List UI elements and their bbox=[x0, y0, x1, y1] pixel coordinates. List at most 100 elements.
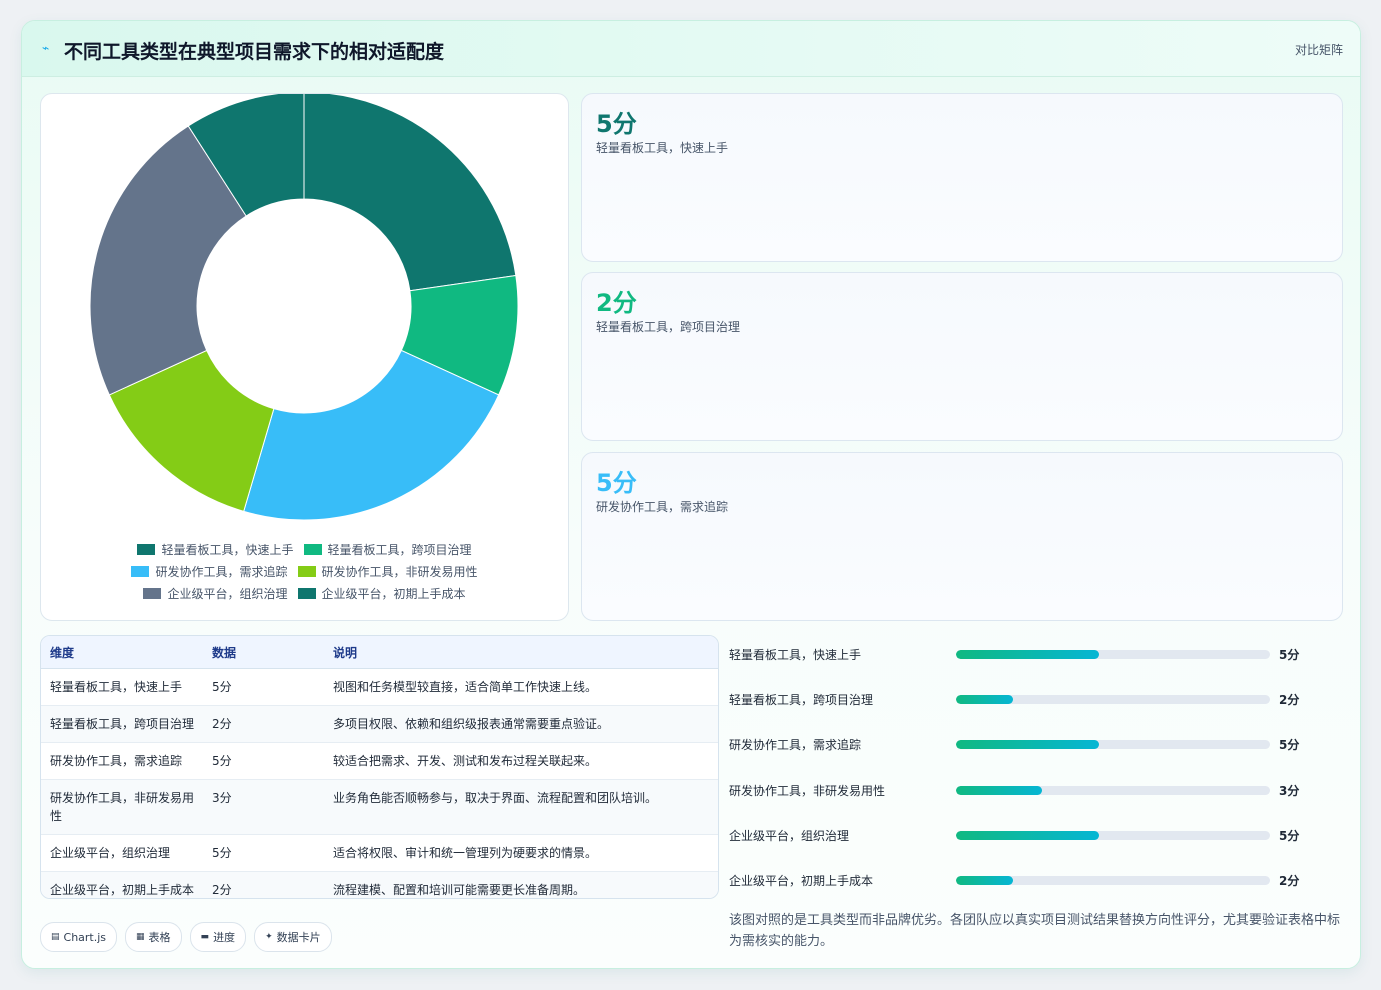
table-cell: 视图和任务模型较直接，适合简单工作快速上线。 bbox=[324, 668, 718, 706]
progress-label: 轻量看板工具，跨项目治理 bbox=[729, 693, 874, 708]
progress-label: 研发协作工具，需求追踪 bbox=[729, 738, 862, 753]
progress-fill bbox=[956, 785, 1042, 795]
stat-card: 5分 轻量看板工具，快速上手 bbox=[581, 93, 1343, 262]
donut-chart bbox=[89, 94, 519, 521]
progress-row: 企业级平台，组织治理 5分 bbox=[729, 825, 1344, 845]
data-table: 维度 数据 说明 轻量看板工具，快速上手 5分 视图和任务模型较直接，适合简单工… bbox=[41, 636, 718, 898]
chip-label: Chart.js bbox=[63, 930, 107, 944]
sparkle-icon: ✦ bbox=[265, 932, 273, 942]
dashboard-frame: ⌁ 不同工具类型在典型项目需求下的相对适配度 对比矩阵 轻量看板工具，快速上手轻… bbox=[21, 20, 1361, 969]
table-cell: 业务角色能否顺畅参与，取决于界面、流程配置和团队培训。 bbox=[324, 779, 718, 835]
progress-label: 企业级平台，组织治理 bbox=[729, 828, 850, 843]
progress-fill bbox=[956, 695, 1014, 705]
progress-value: 3分 bbox=[1279, 783, 1300, 798]
legend-swatch bbox=[131, 565, 150, 577]
progress-fill bbox=[956, 740, 1099, 750]
progress-track bbox=[956, 740, 1270, 750]
table-row: 企业级平台，初期上手成本 2分 流程建模、配置和培训可能需要更长准备周期。 bbox=[41, 871, 718, 898]
stat-value: 2分 bbox=[596, 289, 637, 317]
progress-track bbox=[956, 785, 1270, 795]
table-header-row: 维度 数据 说明 bbox=[41, 636, 718, 669]
legend-item[interactable]: 企业级平台，组织治理 bbox=[143, 585, 288, 602]
progress-label: 轻量看板工具，快速上手 bbox=[729, 648, 862, 662]
legend-swatch bbox=[297, 587, 316, 599]
table-cell: 企业级平台，初期上手成本 bbox=[41, 871, 203, 898]
stat-value: 5分 bbox=[596, 110, 637, 138]
table-cell: 5分 bbox=[203, 742, 324, 780]
legend-label: 轻量看板工具，快速上手 bbox=[161, 542, 294, 557]
column-header: 维度 bbox=[41, 636, 203, 669]
chart-icon: ▤ bbox=[51, 932, 60, 942]
progress-row: 研发协作工具，非研发易用性 3分 bbox=[729, 780, 1344, 800]
table-cell: 5分 bbox=[203, 834, 324, 872]
table-cell: 流程建模、配置和培训可能需要更长准备周期。 bbox=[324, 871, 718, 898]
progress-row: 轻量看板工具，跨项目治理 2分 bbox=[729, 689, 1344, 709]
progress-track bbox=[956, 876, 1270, 885]
chip-data-cards[interactable]: ✦ 数据卡片 bbox=[254, 922, 332, 952]
table-cell: 多项目权限、依赖和组织级报表通常需要重点验证。 bbox=[324, 705, 718, 743]
progress-value: 2分 bbox=[1279, 874, 1300, 888]
table-cell: 3分 bbox=[203, 779, 324, 835]
legend-row: 研发协作工具，需求追踪 研发协作工具，非研发易用性 bbox=[41, 560, 568, 582]
progress-label: 研发协作工具，非研发易用性 bbox=[729, 783, 886, 798]
legend-item[interactable]: 企业级平台，初期上手成本 bbox=[297, 585, 466, 602]
pulse-icon: ⌁ bbox=[42, 41, 50, 55]
stat-card: 2分 轻量看板工具，跨项目治理 bbox=[581, 272, 1343, 441]
progress-row: 轻量看板工具，快速上手 5分 bbox=[729, 644, 1344, 664]
chip-label: 数据卡片 bbox=[276, 931, 321, 944]
legend-item[interactable]: 研发协作工具，非研发易用性 bbox=[297, 563, 478, 580]
table-cell: 企业级平台，组织治理 bbox=[41, 834, 203, 872]
table-row: 企业级平台，组织治理 5分 适合将权限、审计和统一管理列为硬要求的情景。 bbox=[41, 834, 718, 872]
legend-label: 轻量看板工具，跨项目治理 bbox=[327, 542, 472, 557]
table-icon: ▦ bbox=[136, 932, 145, 942]
progress-value: 5分 bbox=[1279, 828, 1300, 843]
chip-label: 进度 bbox=[213, 931, 236, 944]
chip-table[interactable]: ▦ 表格 bbox=[125, 922, 182, 952]
stat-card: 5分 研发协作工具，需求追踪 bbox=[581, 452, 1343, 621]
data-table-card: 维度 数据 说明 轻量看板工具，快速上手 5分 视图和任务模型较直接，适合简单工… bbox=[40, 635, 719, 899]
progress-fill bbox=[956, 650, 1099, 659]
table-cell: 2分 bbox=[203, 871, 324, 898]
column-header: 说明 bbox=[324, 636, 718, 669]
chip-label: 表格 bbox=[148, 931, 171, 944]
stat-label: 轻量看板工具，快速上手 bbox=[596, 141, 729, 155]
stat-value: 5分 bbox=[596, 469, 637, 497]
progress-label: 企业级平台，初期上手成本 bbox=[729, 874, 874, 888]
progress-fill bbox=[956, 876, 1014, 885]
table-cell: 5分 bbox=[203, 668, 324, 706]
donut-chart-card: 轻量看板工具，快速上手 轻量看板工具，跨项目治理 研发协作工具，需求追踪 研发协作工具… bbox=[40, 93, 569, 621]
legend-item[interactable]: 轻量看板工具，跨项目治理 bbox=[303, 541, 472, 558]
legend-label: 企业级平台，组织治理 bbox=[167, 586, 288, 601]
chip-progress[interactable]: ▬ 进度 bbox=[189, 922, 247, 952]
footnote: 该图对照的是工具类型而非品牌优劣。各团队应以真实项目测试结果替换方向性评分，尤其… bbox=[729, 913, 1341, 949]
table-cell: 研发协作工具，需求追踪 bbox=[41, 742, 203, 780]
legend-row: 企业级平台，组织治理 企业级平台，初期上手成本 bbox=[41, 582, 568, 604]
table-cell: 轻量看板工具，跨项目治理 bbox=[41, 705, 203, 743]
legend-swatch bbox=[143, 587, 162, 599]
legend-label: 企业级平台，初期上手成本 bbox=[321, 586, 466, 601]
legend-item[interactable]: 研发协作工具，需求追踪 bbox=[131, 563, 288, 580]
progress-track bbox=[956, 695, 1270, 705]
legend-item[interactable]: 轻量看板工具，快速上手 bbox=[137, 541, 294, 558]
table-row: 研发协作工具，非研发易用性 3分 业务角色能否顺畅参与，取决于界面、流程配置和团… bbox=[41, 779, 718, 835]
progress-row: 研发协作工具，需求追踪 5分 bbox=[729, 734, 1344, 754]
progress-icon: ▬ bbox=[200, 932, 210, 942]
legend-swatch bbox=[297, 565, 316, 577]
table-cell: 2分 bbox=[203, 705, 324, 743]
legend-label: 研发协作工具，非研发易用性 bbox=[321, 564, 478, 579]
donut-slice[interactable] bbox=[303, 94, 517, 292]
progress-track bbox=[956, 830, 1270, 840]
progress-track bbox=[956, 650, 1270, 659]
table-row: 轻量看板工具，快速上手 5分 视图和任务模型较直接，适合简单工作快速上线。 bbox=[41, 668, 718, 706]
page-title: 不同工具类型在典型项目需求下的相对适配度 bbox=[64, 41, 445, 63]
table-cell: 较适合把需求、开发、测试和发布过程关联起来。 bbox=[324, 742, 718, 780]
legend-swatch bbox=[137, 543, 156, 555]
table-row: 研发协作工具，需求追踪 5分 较适合把需求、开发、测试和发布过程关联起来。 bbox=[41, 742, 718, 780]
progress-value: 5分 bbox=[1279, 648, 1300, 662]
table-cell: 适合将权限、审计和统一管理列为硬要求的情景。 bbox=[324, 834, 718, 872]
legend-row: 轻量看板工具，快速上手 轻量看板工具，跨项目治理 bbox=[41, 538, 568, 560]
chip-chartjs[interactable]: ▤ Chart.js bbox=[40, 922, 118, 952]
chart-legend: 轻量看板工具，快速上手 轻量看板工具，跨项目治理 研发协作工具，需求追踪 研发协作工具… bbox=[41, 538, 568, 604]
header: ⌁ 不同工具类型在典型项目需求下的相对适配度 对比矩阵 bbox=[22, 21, 1360, 77]
table-cell: 轻量看板工具，快速上手 bbox=[41, 668, 203, 706]
